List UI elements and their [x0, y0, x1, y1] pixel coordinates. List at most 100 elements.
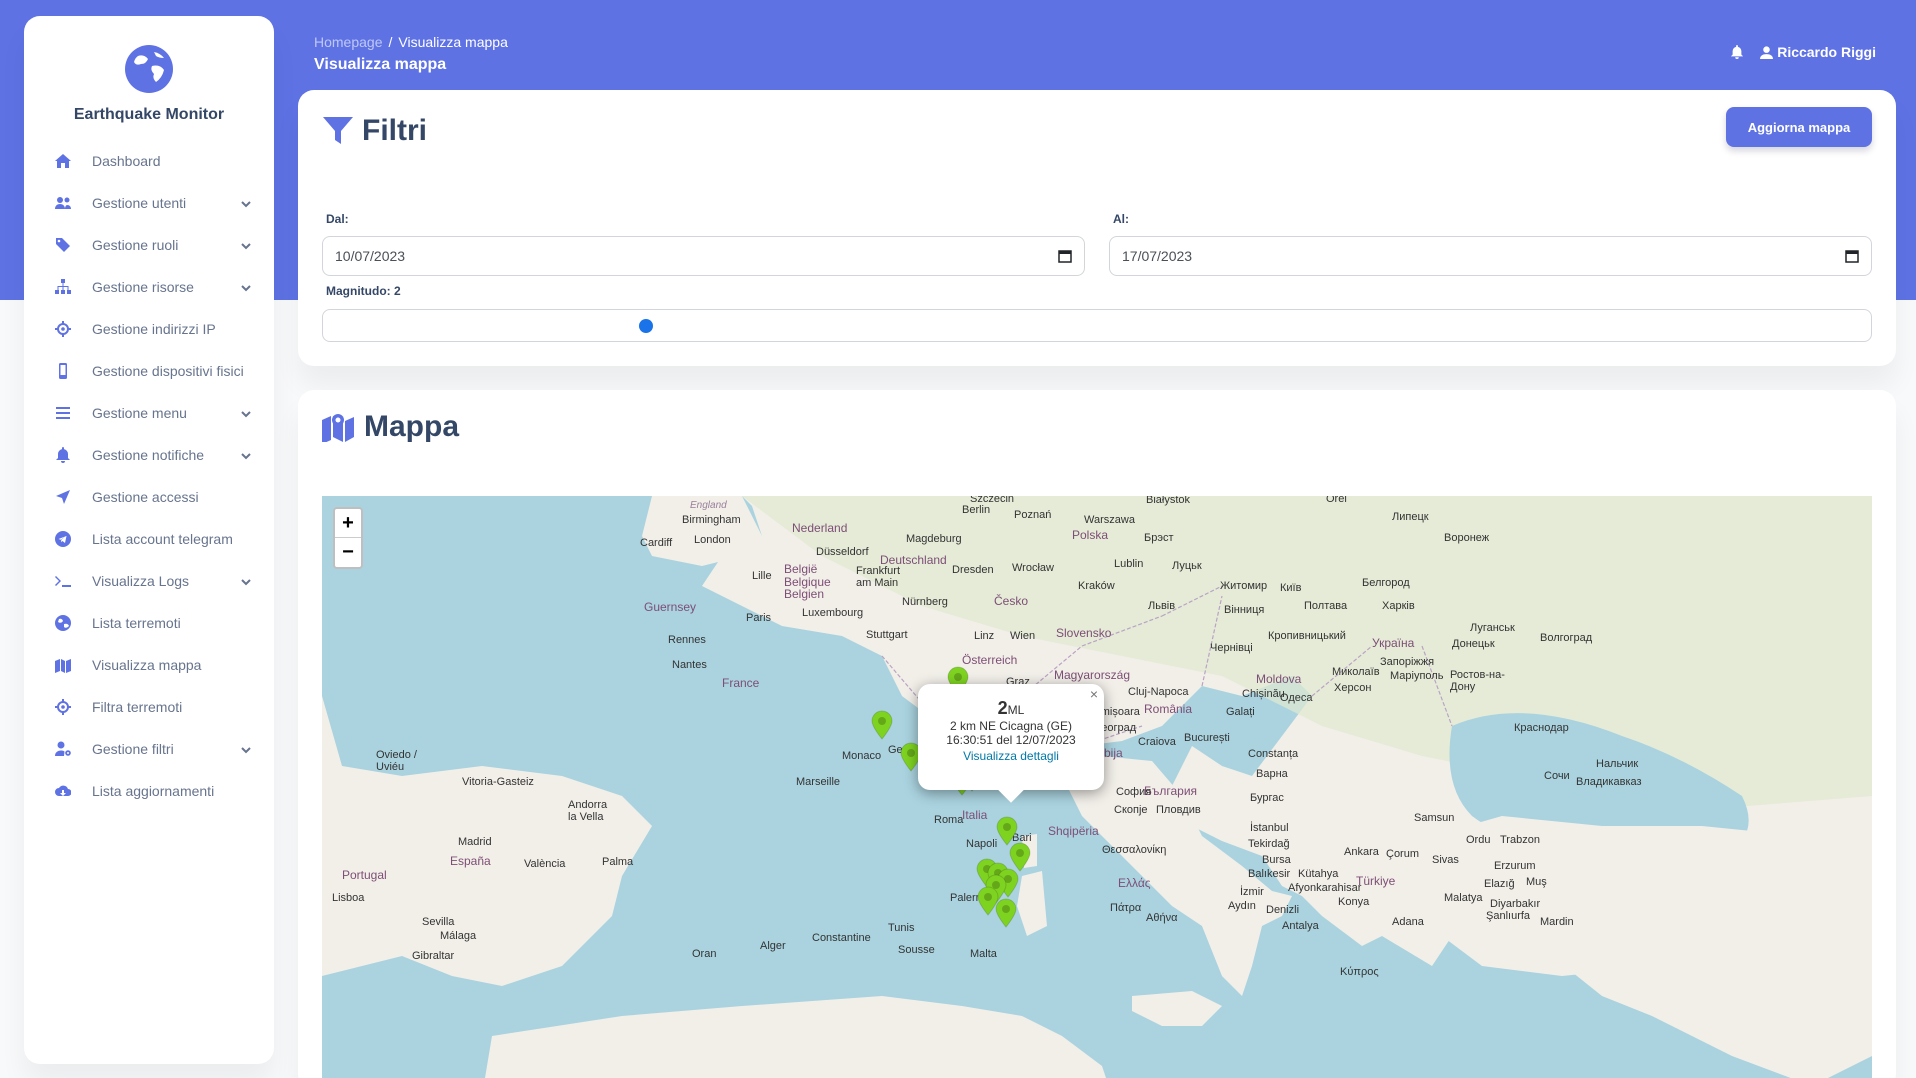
calendar-icon[interactable] [1845, 249, 1859, 263]
sidebar-item-lista-terremoti[interactable]: Lista terremoti [24, 602, 274, 644]
to-date-value: 17/07/2023 [1122, 248, 1193, 264]
bell-icon [54, 446, 72, 464]
from-date-input[interactable]: 10/07/2023 [322, 236, 1085, 276]
terminal-icon [54, 572, 72, 590]
sidebar-item-gestione-notifiche[interactable]: Gestione notifiche [24, 434, 274, 476]
refresh-map-button[interactable]: Aggiorna mappa [1726, 107, 1872, 147]
filters-title: Filtri [322, 114, 427, 148]
popup-close-button[interactable]: × [1090, 686, 1098, 702]
chevron-down-icon[interactable] [240, 281, 252, 293]
from-date-label: Dal: [326, 212, 349, 226]
zoom-in-button[interactable]: + [335, 509, 361, 538]
sidebar-item-label: Visualizza Logs [92, 573, 190, 589]
sidebar-item-label: Gestione ruoli [92, 237, 179, 253]
earthquake-marker[interactable] [871, 710, 893, 740]
popup-magnitude-unit: ML [1007, 703, 1025, 717]
breadcrumb-current: Visualizza mappa [398, 34, 508, 50]
sidebar-item-gestione-accessi[interactable]: Gestione accessi [24, 476, 274, 518]
sidebar-item-label: Filtra terremoti [92, 699, 183, 715]
sidebar-item-label: Gestione menu [92, 405, 187, 421]
chevron-down-icon[interactable] [240, 743, 252, 755]
sidebar-item-gestione-risorse[interactable]: Gestione risorse [24, 266, 274, 308]
mobile-icon [54, 362, 72, 380]
breadcrumb-home-link[interactable]: Homepage [314, 34, 383, 50]
bars-icon [54, 404, 72, 422]
sidebar-item-label: Gestione accessi [92, 489, 199, 505]
globe-icon [54, 614, 72, 632]
zoom-control: + − [333, 507, 363, 569]
popup-details-link[interactable]: Visualizza dettagli [918, 749, 1104, 763]
chevron-down-icon[interactable] [240, 197, 252, 209]
popup-magnitude: 2ML [918, 698, 1104, 719]
breadcrumb-separator: / [388, 34, 393, 50]
chevron-down-icon[interactable] [240, 239, 252, 251]
brand-name: Earthquake Monitor [73, 106, 225, 123]
sidebar-item-visualizza-logs[interactable]: Visualizza Logs [24, 560, 274, 602]
sidebar-item-label: Visualizza mappa [92, 657, 202, 673]
breadcrumb: Homepage / Visualizza mappa [314, 34, 508, 50]
to-date-label: Al: [1113, 212, 1129, 226]
magnitude-label: Magnitudo: 2 [326, 284, 401, 298]
popup-location: 2 km NE Cicagna (GE) [949, 719, 1073, 733]
sidebar-item-dashboard[interactable]: Dashboard [24, 140, 274, 182]
map-card: Mappa England Birmingham London Cardiff … [298, 390, 1896, 1078]
chevron-down-icon[interactable] [240, 575, 252, 587]
sidebar-item-label: Gestione utenti [92, 195, 187, 211]
bell-icon[interactable] [1730, 45, 1744, 59]
globe-logo-icon [124, 44, 174, 94]
from-date-value: 10/07/2023 [335, 248, 406, 264]
sitemap-icon [54, 278, 72, 296]
magnitude-slider[interactable] [322, 309, 1872, 342]
sidebar-item-lista-account-telegram[interactable]: Lista account telegram [24, 518, 274, 560]
sidebar-item-label: Gestione notifiche [92, 447, 205, 463]
chevron-down-icon[interactable] [240, 449, 252, 461]
filters-card: Filtri Aggiorna mappa Dal: 10/07/2023 Al… [298, 90, 1896, 366]
sidebar-item-label: Lista terremoti [92, 615, 181, 631]
sidebar-item-gestione-utenti[interactable]: Gestione utenti [24, 182, 274, 224]
sidebar-nav: Dashboard Gestione utenti Gestione ruoli Ge… [24, 140, 274, 812]
zoom-out-button[interactable]: − [335, 538, 361, 567]
sidebar-item-gestione-menu[interactable]: Gestione menu [24, 392, 274, 434]
users-icon [54, 194, 72, 212]
sidebar-item-filtra-terremoti[interactable]: Filtra terremoti [24, 686, 274, 728]
tags-icon [54, 236, 72, 254]
popup-magnitude-value: 2 [997, 698, 1008, 718]
telegram-icon [54, 530, 72, 548]
map-title: Mappa [322, 410, 459, 444]
map-icon [322, 412, 364, 442]
brand[interactable]: Earthquake Monitor [24, 16, 274, 124]
home-icon [54, 152, 72, 170]
popup-datetime: 16:30:51 del 12/07/2023 [946, 733, 1076, 747]
sidebar-item-visualizza-mappa[interactable]: Visualizza mappa [24, 644, 274, 686]
sidebar: Earthquake Monitor Dashboard Gestione ute… [24, 16, 274, 1064]
sidebar-item-gestione-dispositivi-fisici[interactable]: Gestione dispositivi fisici [24, 350, 274, 392]
location-arrow-icon [54, 488, 72, 506]
sidebar-item-label: Lista aggiornamenti [92, 783, 215, 799]
user-name-link[interactable]: Riccardo Riggi [1777, 44, 1876, 60]
filter-icon [322, 116, 362, 146]
map-title-text: Mappa [364, 410, 460, 443]
sidebar-item-gestione-filtri[interactable]: Gestione filtri [24, 728, 274, 770]
to-date-input[interactable]: 17/07/2023 [1109, 236, 1872, 276]
sidebar-item-label: Dashboard [92, 153, 161, 169]
chevron-down-icon[interactable] [240, 407, 252, 419]
sidebar-item-gestione-indirizzi-ip[interactable]: Gestione indirizzi IP [24, 308, 274, 350]
user-area: Riccardo Riggi [1730, 44, 1876, 60]
earthquake-popup: × 2ML 2 km NE Cicagna (GE) 16:30:51 del … [918, 684, 1104, 803]
cloud-download-icon [54, 782, 72, 800]
calendar-icon[interactable] [1058, 249, 1072, 263]
user-gear-icon [54, 740, 72, 758]
sidebar-item-lista-aggiornamenti[interactable]: Lista aggiornamenti [24, 770, 274, 812]
crosshairs-icon [54, 698, 72, 716]
earthquake-map[interactable]: England Birmingham London Cardiff Nederl… [322, 496, 1872, 1078]
page-title: Visualizza mappa [314, 56, 447, 73]
map-icon [54, 656, 72, 674]
filters-title-text: Filtri [362, 114, 427, 147]
sidebar-item-label: Gestione filtri [92, 741, 174, 757]
earthquake-marker[interactable] [995, 898, 1017, 928]
sidebar-item-gestione-ruoli[interactable]: Gestione ruoli [24, 224, 274, 266]
sidebar-item-label: Gestione dispositivi fisici [92, 363, 244, 379]
crosshairs-icon [54, 320, 72, 338]
magnitude-slider-thumb[interactable] [639, 319, 653, 333]
sidebar-item-label: Gestione risorse [92, 279, 194, 295]
